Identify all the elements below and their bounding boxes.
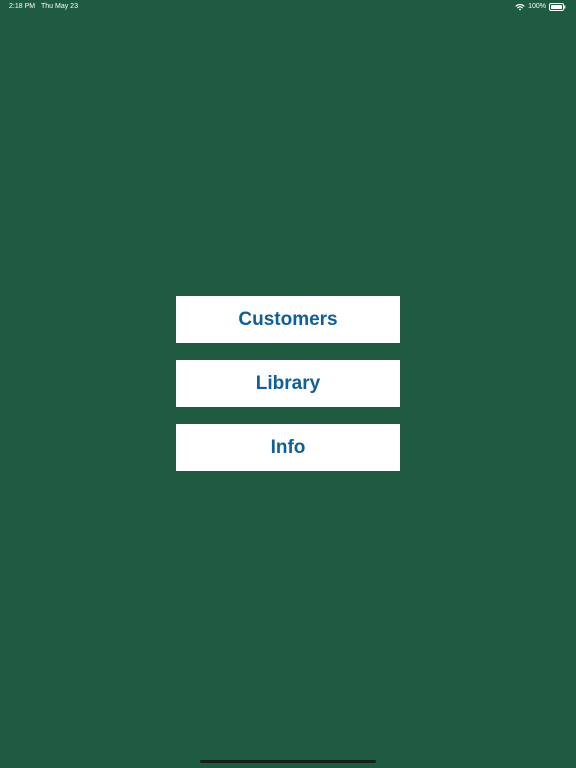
home-indicator[interactable] bbox=[200, 760, 376, 763]
app-screen: 2:18 PM Thu May 23 100% Customers Librar… bbox=[0, 0, 576, 768]
library-button[interactable]: Library bbox=[176, 360, 400, 407]
battery-icon bbox=[549, 3, 566, 11]
status-bar: 2:18 PM Thu May 23 100% bbox=[0, 0, 576, 14]
info-button[interactable]: Info bbox=[176, 424, 400, 471]
status-date: Thu May 23 bbox=[41, 3, 78, 10]
customers-button[interactable]: Customers bbox=[176, 296, 400, 343]
wifi-icon bbox=[515, 3, 525, 11]
status-time: 2:18 PM bbox=[9, 3, 36, 10]
status-indicators: 100% bbox=[515, 0, 566, 14]
battery-percent: 100% bbox=[528, 3, 546, 10]
